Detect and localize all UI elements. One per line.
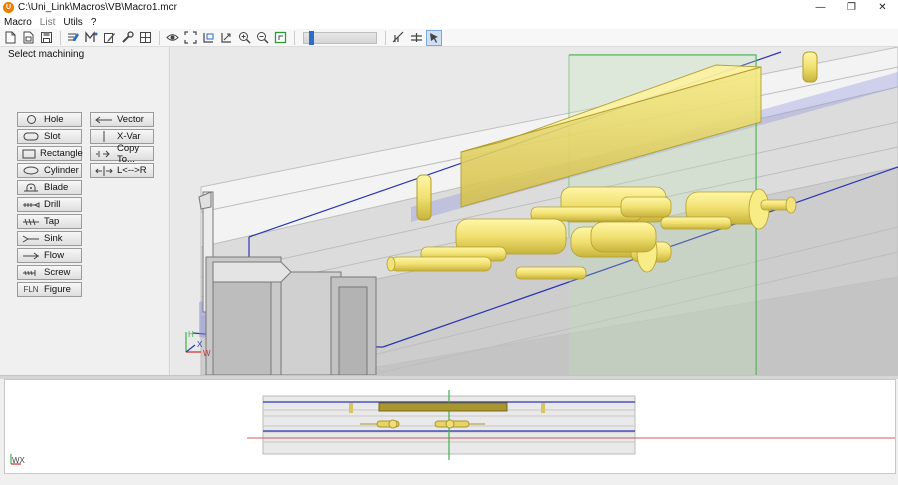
toolbar-separator xyxy=(385,30,386,45)
slot-icon xyxy=(22,132,40,141)
figure-label: Figure xyxy=(44,284,71,295)
arrow-left-icon xyxy=(95,116,113,124)
screw-icon xyxy=(22,269,40,277)
figure-button[interactable]: FLN Figure xyxy=(17,282,82,297)
3d-profile-render: H X W xyxy=(171,47,898,375)
menu-utils[interactable]: Utils xyxy=(63,17,82,28)
fit-view-icon[interactable] xyxy=(272,30,288,46)
screw-label: Screw xyxy=(44,267,71,278)
rectangle-label: Rectangle xyxy=(40,148,83,159)
2d-top-view[interactable]: WX xyxy=(4,379,896,474)
toolbar-separator xyxy=(60,30,61,45)
axis-x-label: X xyxy=(197,340,203,349)
rectangle-button[interactable]: Rectangle xyxy=(17,146,83,161)
copy-to-button[interactable]: Copy To... xyxy=(90,143,154,165)
blade-label: Blade xyxy=(44,182,69,193)
panel-title: Select machining xyxy=(8,49,85,60)
window-controls: — ❐ ✕ xyxy=(805,0,898,15)
vector-button[interactable]: Vector xyxy=(90,112,154,127)
view-eye-icon[interactable] xyxy=(164,30,180,46)
new-macro-icon[interactable] xyxy=(20,30,36,46)
drill-button[interactable]: Drill xyxy=(17,197,82,212)
grid-icon[interactable] xyxy=(137,30,153,46)
drill-icon xyxy=(22,201,40,209)
title-bar: U C:\Uni_Link\Macros\VB\Macro1.mcr — ❐ ✕ xyxy=(0,0,898,15)
flow-icon xyxy=(22,252,40,260)
zoom-extents-icon[interactable] xyxy=(182,30,198,46)
close-button[interactable]: ✕ xyxy=(867,0,898,15)
sink-button[interactable]: Sink xyxy=(17,231,82,246)
zoom-slider-thumb[interactable] xyxy=(309,30,314,45)
axis-w-label: W xyxy=(203,349,211,358)
toolbar-separator xyxy=(294,30,295,45)
copy-to-label: Copy To... xyxy=(117,142,140,165)
mirror-lr-label: L<-->R xyxy=(117,165,147,176)
drill-label: Drill xyxy=(44,199,61,210)
zoom-out-icon[interactable] xyxy=(254,30,270,46)
figure-icon: FLN xyxy=(23,285,39,294)
toolbar xyxy=(0,29,898,47)
slot-label: Slot xyxy=(44,131,61,142)
menu-macro[interactable]: Macro xyxy=(4,17,32,28)
window-title: C:\Uni_Link\Macros\VB\Macro1.mcr xyxy=(18,2,177,13)
menu-bar: Macro List Utils ? xyxy=(0,15,898,29)
vertical-line-icon xyxy=(95,131,113,142)
flow-button[interactable]: Flow xyxy=(17,248,82,263)
axis-2d-label: WX xyxy=(12,456,26,465)
slot-button[interactable]: Slot xyxy=(17,129,82,144)
new-file-icon[interactable] xyxy=(2,30,18,46)
2d-profile-render: WX xyxy=(10,390,895,465)
cylinder-button[interactable]: Cylinder xyxy=(17,163,82,178)
copy-to-icon xyxy=(95,149,113,159)
cylinder-icon xyxy=(22,166,40,175)
machining-panel: Select machining Hole Slot Rectangle Cyl… xyxy=(0,47,170,375)
tap-button[interactable]: Tap xyxy=(17,214,82,229)
hole-button[interactable]: Hole xyxy=(17,112,82,127)
mirror-lr-button[interactable]: L<-->R xyxy=(90,163,154,178)
edit-profile-icon[interactable] xyxy=(65,30,81,46)
rectangle-icon xyxy=(22,149,36,159)
menu-help[interactable]: ? xyxy=(91,17,97,28)
sink-label: Sink xyxy=(44,233,63,244)
section-tool-icon[interactable] xyxy=(390,30,406,46)
save-icon[interactable] xyxy=(38,30,54,46)
wrench-icon[interactable] xyxy=(119,30,135,46)
blade-button[interactable]: Blade xyxy=(17,180,82,195)
align-tool-icon[interactable] xyxy=(408,30,424,46)
cylinder-label: Cylinder xyxy=(44,165,79,176)
axis-h-label: H xyxy=(188,330,194,339)
toolbar-separator xyxy=(159,30,160,45)
tap-label: Tap xyxy=(44,216,60,227)
macro-m-icon[interactable] xyxy=(83,30,99,46)
app-icon: U xyxy=(3,2,14,13)
mirror-icon xyxy=(95,165,113,176)
tap-icon xyxy=(22,218,40,226)
select-tool-icon[interactable] xyxy=(426,29,442,46)
zoom-window-icon[interactable] xyxy=(200,30,216,46)
x-var-label: X-Var xyxy=(117,131,141,142)
restore-button[interactable]: ❐ xyxy=(836,0,867,15)
hole-label: Hole xyxy=(44,114,64,125)
3d-viewport[interactable]: H X W xyxy=(171,47,898,375)
menu-list[interactable]: List xyxy=(40,17,56,28)
vector-label: Vector xyxy=(117,114,144,125)
zoom-area-icon[interactable] xyxy=(218,30,234,46)
sink-icon xyxy=(22,235,40,243)
hole-icon xyxy=(22,114,40,125)
blade-icon xyxy=(22,183,40,193)
status-bar xyxy=(0,474,898,485)
zoom-in-icon[interactable] xyxy=(236,30,252,46)
flow-label: Flow xyxy=(44,250,65,261)
minimize-button[interactable]: — xyxy=(805,0,836,15)
edit-icon[interactable] xyxy=(101,30,117,46)
screw-button[interactable]: Screw xyxy=(17,265,82,280)
zoom-slider[interactable] xyxy=(303,30,377,45)
